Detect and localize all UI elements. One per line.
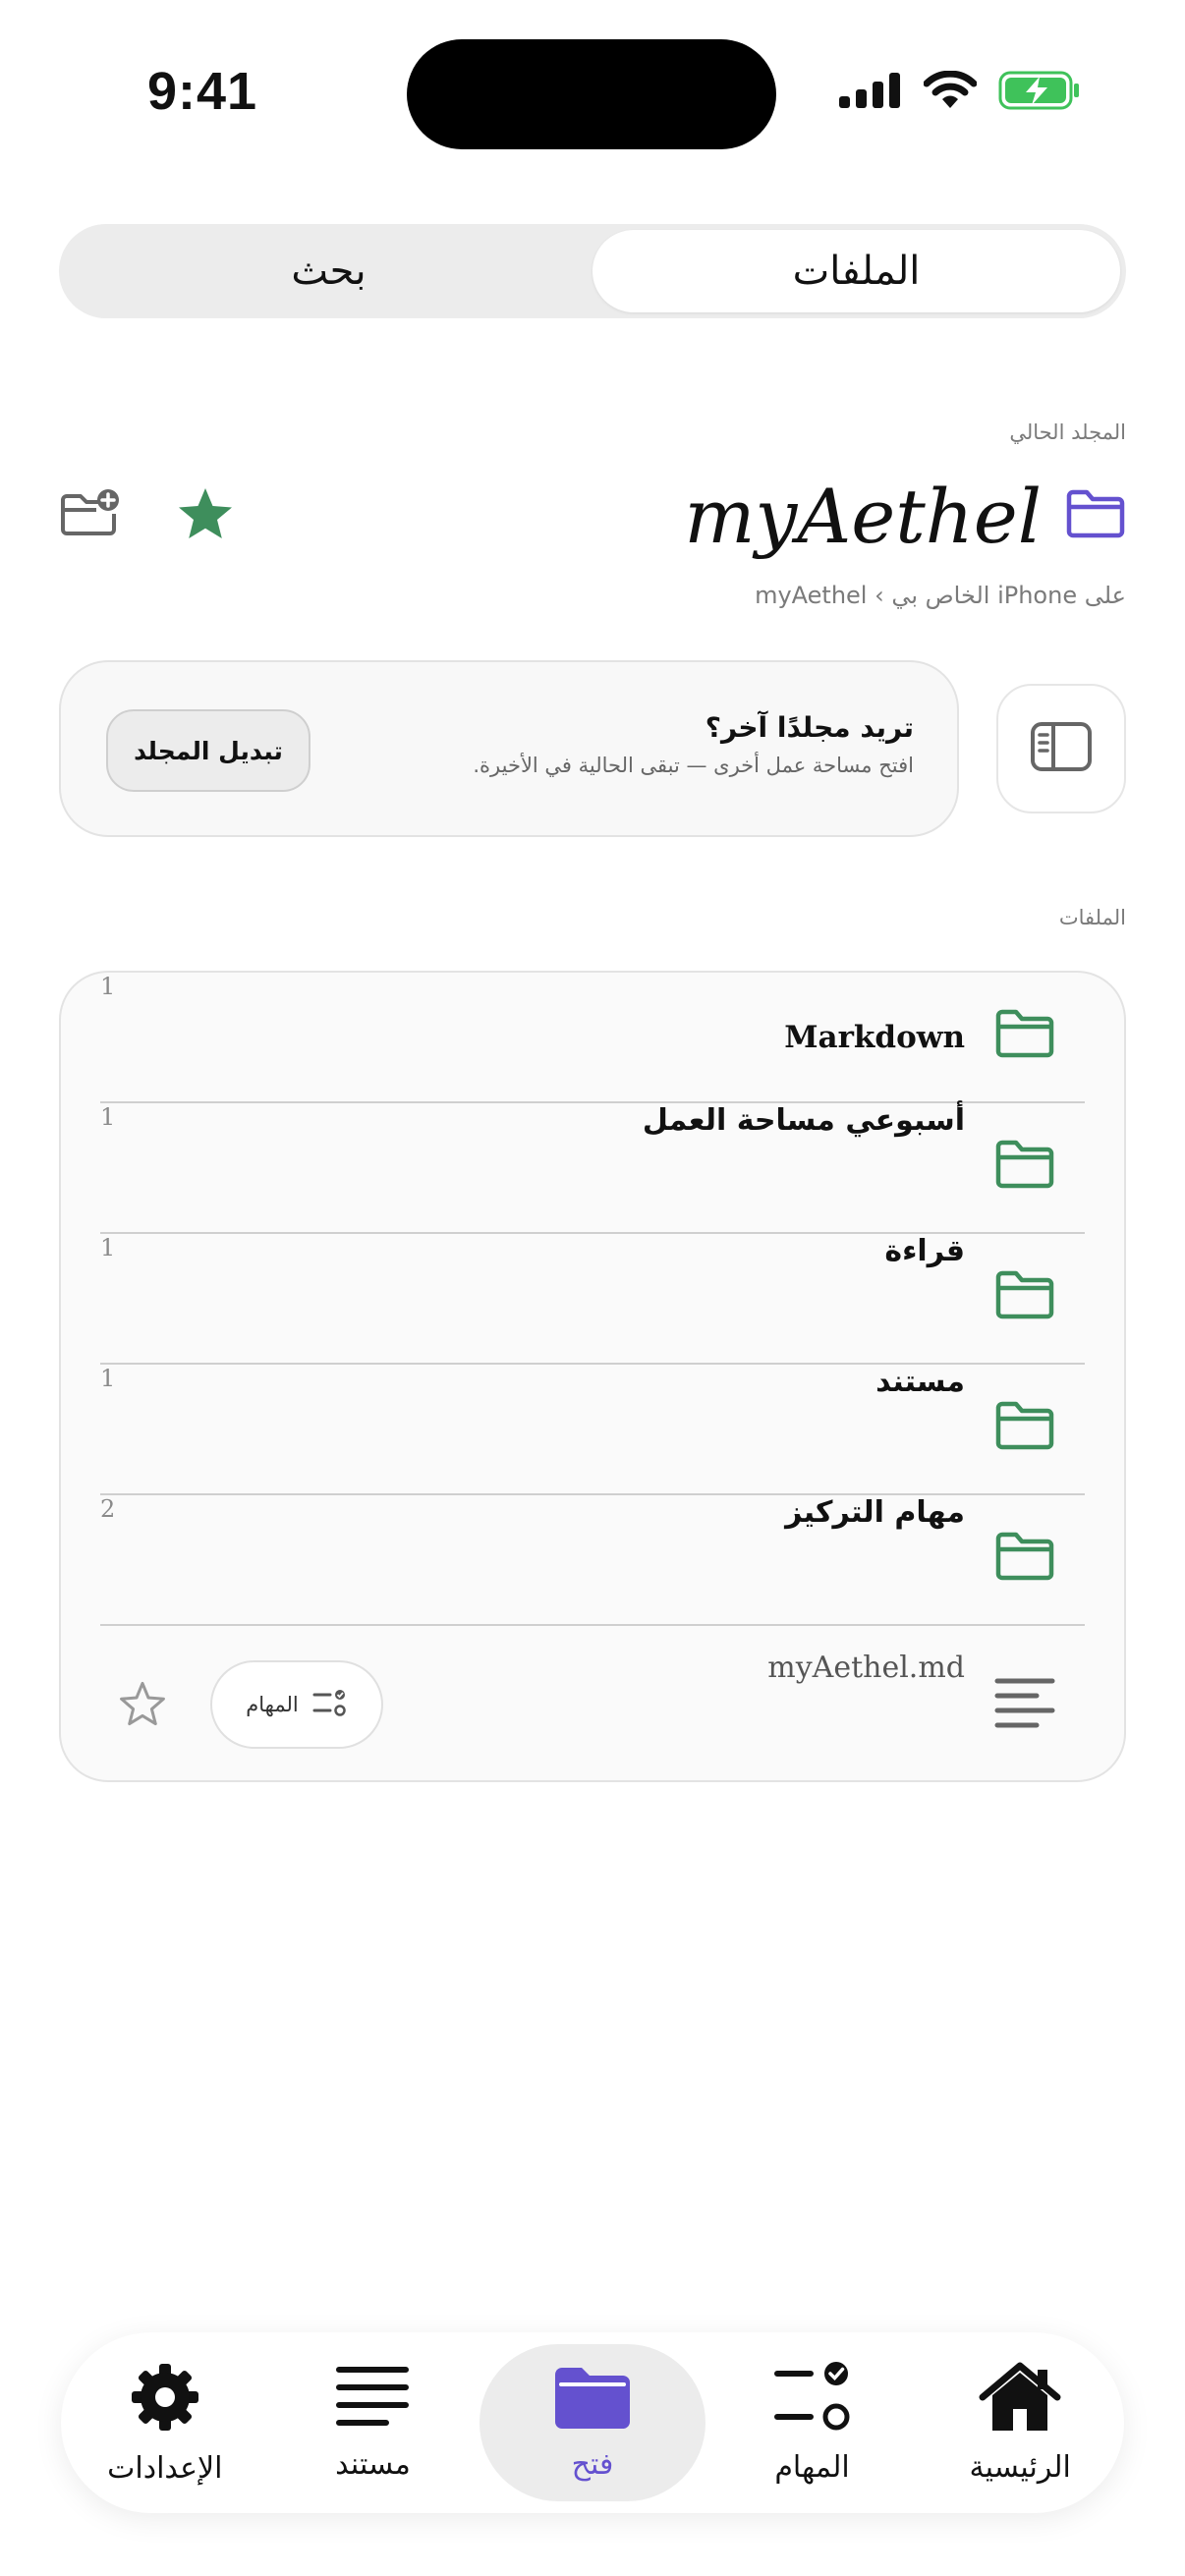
- sidebar-toggle-button[interactable]: [996, 684, 1126, 813]
- another-folder-subtitle: افتح مساحة عمل أخرى — تبقى الحالية في ال…: [473, 754, 914, 777]
- tasks-chip-button[interactable]: المهام: [210, 1660, 383, 1749]
- tab-home[interactable]: الرئيسية: [919, 2344, 1121, 2501]
- favorite-file-button[interactable]: [118, 1680, 167, 1731]
- folder-icon: [994, 1139, 1055, 1194]
- folder-row-markdown[interactable]: Markdown 1: [100, 973, 1085, 1103]
- folder-name: مهام التركيز: [785, 1495, 965, 1530]
- folder-item-count: 1: [100, 1234, 116, 1261]
- switch-folder-button[interactable]: تبديل المجلد: [106, 709, 310, 792]
- folder-title: myAethel: [684, 472, 1042, 560]
- tab-open[interactable]: فتح: [480, 2344, 705, 2501]
- system-icons: [839, 71, 1081, 110]
- markdown-file-name: myAethel.md: [767, 1651, 965, 1685]
- segment-files[interactable]: الملفات: [592, 230, 1120, 312]
- dynamic-island: [407, 39, 776, 149]
- document-lines-icon: [336, 2365, 410, 2437]
- tab-label: فتح: [571, 2446, 614, 2482]
- folder-name: قراءة: [884, 1234, 965, 1268]
- favorite-button[interactable]: [177, 486, 234, 545]
- folder-row-reading[interactable]: قراءة 1: [100, 1234, 1085, 1365]
- folder-item-count: 1: [100, 1365, 116, 1392]
- folder-title-group: myAethel: [684, 462, 1126, 570]
- tasks-icon: [773, 2361, 852, 2440]
- folder-plus-icon: [59, 488, 122, 543]
- folder-row-document[interactable]: مستند 1: [100, 1365, 1085, 1495]
- star-filled-icon: [177, 486, 234, 545]
- battery-charging-icon: [998, 71, 1081, 110]
- folder-icon: [1065, 488, 1126, 543]
- tab-settings[interactable]: الإعدادات: [64, 2344, 266, 2501]
- tab-tasks[interactable]: المهام: [711, 2344, 914, 2501]
- folder-actions: [59, 462, 234, 570]
- folder-path-breadcrumb: على iPhone الخاص بي › myAethel: [755, 582, 1126, 609]
- wifi-icon: [924, 71, 977, 110]
- new-folder-button[interactable]: [59, 488, 122, 543]
- folder-icon: [994, 1400, 1055, 1455]
- files-search-segmented-control[interactable]: الملفات بحث: [59, 224, 1126, 318]
- folder-name: أسبوعي مساحة العمل: [642, 1103, 965, 1138]
- bottom-tab-bar: الإعدادات مستند فتح المهام الرئيسية: [61, 2332, 1124, 2513]
- another-folder-title: تريد مجلدًا آخر؟: [705, 711, 914, 744]
- folder-icon: [553, 2365, 632, 2437]
- folder-name: مستند: [875, 1365, 965, 1399]
- folder-item-count: 1: [100, 973, 116, 1000]
- tasks-icon: [312, 1689, 348, 1721]
- another-folder-card: تريد مجلدًا آخر؟ افتح مساحة عمل أخرى — ت…: [59, 660, 959, 837]
- current-folder-caption: المجلد الحالي: [1009, 420, 1126, 444]
- folder-name: Markdown: [784, 1020, 965, 1055]
- another-folder-text: تريد مجلدًا آخر؟ افتح مساحة عمل أخرى — ت…: [473, 711, 914, 777]
- tab-label: الرئيسية: [969, 2449, 1071, 2485]
- star-outline-icon: [118, 1681, 167, 1731]
- files-caption: الملفات: [1058, 906, 1126, 929]
- tasks-chip-label: المهام: [246, 1693, 299, 1716]
- folder-icon: [994, 1269, 1055, 1324]
- folder-item-count: 1: [100, 1103, 116, 1131]
- status-time: 9:41: [147, 62, 258, 121]
- tab-label: الإعدادات: [107, 2450, 223, 2486]
- folder-header: myAethel: [59, 462, 1126, 570]
- tab-label: المهام: [774, 2449, 850, 2485]
- segment-search[interactable]: بحث: [65, 230, 592, 312]
- tab-document[interactable]: مستند: [272, 2344, 475, 2501]
- text-lines-icon: [994, 1676, 1055, 1735]
- home-icon: [979, 2362, 1061, 2440]
- gear-icon: [129, 2361, 201, 2441]
- folder-icon: [994, 1531, 1055, 1586]
- switch-folder-row: تريد مجلدًا آخر؟ افتح مساحة عمل أخرى — ت…: [59, 660, 1126, 837]
- files-list-card: Markdown 1 أسبوعي مساحة العمل 1 قراءة 1 …: [59, 971, 1126, 1782]
- cellular-signal-icon: [839, 73, 902, 108]
- folder-icon: [994, 1008, 1055, 1063]
- markdown-file-row[interactable]: myAethel.md المهام: [100, 1651, 1085, 1759]
- status-bar: 9:41: [0, 0, 1185, 187]
- folder-row-focus-tasks[interactable]: مهام التركيز 2: [100, 1495, 1085, 1626]
- tab-label: مستند: [335, 2446, 411, 2482]
- folder-row-weekly-workspace[interactable]: أسبوعي مساحة العمل 1: [100, 1103, 1085, 1234]
- folder-item-count: 2: [100, 1495, 116, 1523]
- sidebar-icon: [1030, 721, 1093, 776]
